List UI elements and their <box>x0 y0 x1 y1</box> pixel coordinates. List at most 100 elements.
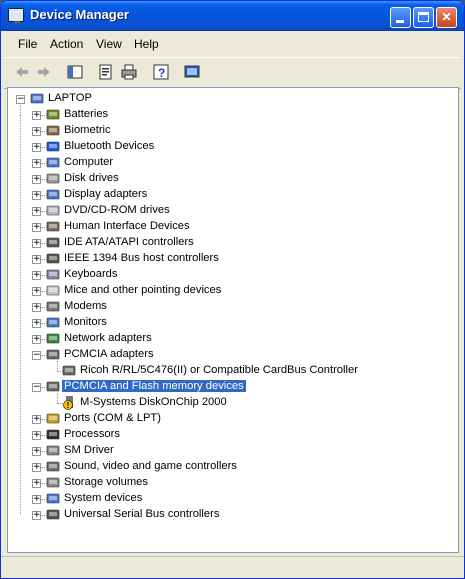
pcmcia-card-icon <box>61 363 77 378</box>
expand-toggle[interactable]: + <box>32 495 41 504</box>
tree-item-label: Universal Serial Bus controllers <box>64 508 220 520</box>
print-icon[interactable] <box>120 63 138 81</box>
tree-category[interactable]: + Universal Serial Bus controllers <box>8 507 458 523</box>
close-button[interactable]: ✕ <box>436 7 457 28</box>
show-hide-tree-icon[interactable] <box>66 63 84 81</box>
collapse-toggle[interactable]: − <box>32 351 41 360</box>
expand-toggle[interactable]: + <box>32 271 41 280</box>
expand-toggle[interactable]: + <box>32 431 41 440</box>
tree-category[interactable]: + DVD/CD-ROM drives <box>8 203 458 219</box>
processor-icon <box>45 427 61 442</box>
expand-toggle[interactable]: + <box>32 463 41 472</box>
keyboard-icon <box>45 267 61 282</box>
port-icon <box>45 411 61 426</box>
menu-view[interactable]: View <box>96 37 122 51</box>
tree-category[interactable]: − PCMCIA adapters <box>8 347 458 363</box>
tree-category[interactable]: + IDE ATA/ATAPI controllers <box>8 235 458 251</box>
minimize-button[interactable] <box>390 7 411 28</box>
tree-root[interactable]: − LAPTOP <box>8 91 458 107</box>
expand-toggle[interactable]: + <box>32 111 41 120</box>
collapse-toggle[interactable]: − <box>32 383 41 392</box>
tree-item-label: Sound, video and game controllers <box>64 460 237 472</box>
device-tree[interactable]: − LAPTOP + Batteries + Biometric + Bluetooth De… <box>7 87 459 553</box>
modem-icon <box>45 299 61 314</box>
tree-category[interactable]: + Human Interface Devices <box>8 219 458 235</box>
menu-action[interactable]: Action <box>50 37 83 51</box>
tree-category[interactable]: + IEEE 1394 Bus host controllers <box>8 251 458 267</box>
expand-toggle[interactable]: + <box>32 175 41 184</box>
tree-category[interactable]: + Monitors <box>8 315 458 331</box>
expand-toggle[interactable]: + <box>32 335 41 344</box>
tree-category[interactable]: + Ports (COM & LPT) <box>8 411 458 427</box>
ieee1394-icon <box>45 251 61 266</box>
tree-category[interactable]: + Sound, video and game controllers <box>8 459 458 475</box>
menu-help[interactable]: Help <box>134 37 159 51</box>
tree-category[interactable]: + Keyboards <box>8 267 458 283</box>
tree-category[interactable]: + Processors <box>8 427 458 443</box>
tree-item-label: LAPTOP <box>48 92 92 104</box>
expand-toggle[interactable]: + <box>32 447 41 456</box>
expand-toggle[interactable]: + <box>32 127 41 136</box>
window-title: Device Manager <box>30 7 129 22</box>
tree-connector <box>20 115 21 515</box>
menu-bar: File Action View Help <box>4 33 461 55</box>
tree-item-label: IDE ATA/ATAPI controllers <box>64 236 194 248</box>
device-manager-window: Device Manager ✕ File Action View Help ?… <box>0 0 465 579</box>
menu-file[interactable]: File <box>18 37 37 51</box>
tree-device[interactable]: ! M-Systems DiskOnChip 2000 <box>8 395 458 411</box>
expand-toggle[interactable]: + <box>32 207 41 216</box>
tree-item-label: Monitors <box>64 316 107 328</box>
tree-category[interactable]: + Biometric <box>8 123 458 139</box>
scan-hardware-icon[interactable] <box>183 63 201 81</box>
toolbar: ? <box>4 57 461 89</box>
pcmcia-icon <box>45 347 61 362</box>
tree-category[interactable]: − PCMCIA and Flash memory devices <box>8 379 458 395</box>
bluetooth-icon <box>45 139 61 154</box>
tree-category[interactable]: + Display adapters <box>8 187 458 203</box>
back-arrow-icon[interactable] <box>13 63 31 81</box>
properties-icon[interactable] <box>97 63 115 81</box>
expand-toggle[interactable]: + <box>32 303 41 312</box>
expand-toggle[interactable]: + <box>32 191 41 200</box>
tree-category[interactable]: + Mice and other pointing devices <box>8 283 458 299</box>
tree-category[interactable]: + Batteries <box>8 107 458 123</box>
maximize-button[interactable] <box>413 7 434 28</box>
expand-toggle[interactable]: + <box>32 143 41 152</box>
hid-icon <box>45 219 61 234</box>
disk-drive-icon <box>45 171 61 186</box>
tree-category[interactable]: + Network adapters <box>8 331 458 347</box>
tree-device[interactable]: Ricoh R/RL/5C476(II) or Compatible CardB… <box>8 363 458 379</box>
tree-category[interactable]: + Bluetooth Devices <box>8 139 458 155</box>
expand-toggle[interactable]: + <box>32 239 41 248</box>
expand-toggle[interactable]: + <box>32 255 41 264</box>
expand-toggle[interactable]: + <box>32 511 41 520</box>
tree-category[interactable]: + Computer <box>8 155 458 171</box>
expand-toggle[interactable]: + <box>32 223 41 232</box>
tree-item-label: Modems <box>64 300 107 312</box>
tree-item-label: Ports (COM & LPT) <box>64 412 161 424</box>
expand-toggle[interactable]: + <box>32 319 41 328</box>
tree-item-label: Processors <box>64 428 120 440</box>
tree-category[interactable]: + Storage volumes <box>8 475 458 491</box>
expand-toggle[interactable]: + <box>32 479 41 488</box>
title-bar[interactable]: Device Manager ✕ <box>1 1 464 31</box>
expand-toggle[interactable]: + <box>32 415 41 424</box>
forward-arrow-icon[interactable] <box>35 63 53 81</box>
help-icon[interactable]: ? <box>152 63 170 81</box>
usb-icon <box>45 507 61 522</box>
sound-icon <box>45 459 61 474</box>
close-icon: ✕ <box>441 10 452 24</box>
expand-toggle[interactable]: + <box>32 159 41 168</box>
tree-item-label: Storage volumes <box>64 476 148 488</box>
tree-category[interactable]: + Disk drives <box>8 171 458 187</box>
warning-device-icon: ! <box>61 395 77 410</box>
collapse-toggle[interactable]: − <box>16 95 25 104</box>
expand-toggle[interactable]: + <box>32 287 41 296</box>
tree-category[interactable]: + Modems <box>8 299 458 315</box>
tree-item-label: Network adapters <box>64 332 152 344</box>
tree-category[interactable]: + System devices <box>8 491 458 507</box>
tree-item-label: PCMCIA and Flash memory devices <box>62 380 246 392</box>
tree-item-label: Bluetooth Devices <box>64 140 155 152</box>
tree-item-label: SM Driver <box>64 444 114 456</box>
tree-category[interactable]: + SM Driver <box>8 443 458 459</box>
